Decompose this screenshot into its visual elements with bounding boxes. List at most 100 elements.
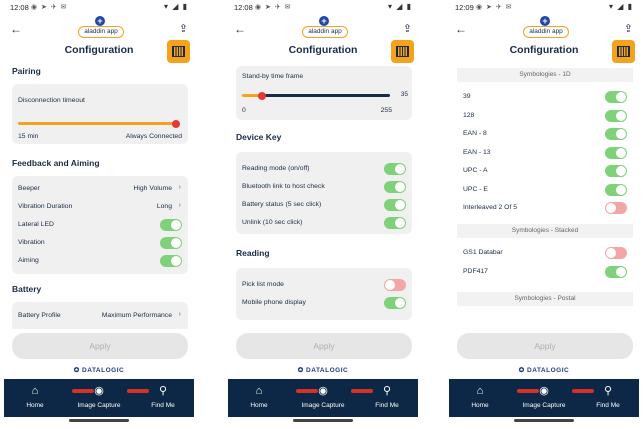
gesture-bar [69, 419, 129, 422]
logo-plus-icon: + [319, 16, 329, 26]
slider-max-label: Always Connected [125, 133, 182, 140]
apply-button[interactable]: Apply [236, 333, 412, 359]
standby-label: Stand-by time frame [242, 73, 304, 80]
lateral-led-toggle[interactable] [160, 219, 182, 231]
beeper-label: Beeper [18, 185, 40, 192]
pick-list-label: Pick list mode [242, 281, 284, 288]
mobile-phone-toggle[interactable] [384, 297, 406, 309]
back-arrow-icon[interactable]: ← [10, 22, 22, 36]
battery-status-toggle[interactable] [384, 199, 406, 211]
battery-profile-label: Battery Profile [18, 312, 61, 319]
config-content[interactable]: Pairing Disconnection timeout 15 min Alw… [4, 62, 194, 329]
symbology-row: UPC - E [463, 183, 627, 197]
symbology-toggle[interactable] [605, 91, 627, 103]
config-screen-pairing: 12:08 ◉ ➤ ✈ ✉ ▾ ◢ ▮ ← + aladdin app ⇪ Co… [4, 0, 194, 429]
system-icons: ▾ ◢ ▮ [608, 2, 633, 11]
symbology-toggle[interactable] [605, 247, 627, 259]
mobile-phone-label: Mobile phone display [242, 299, 306, 306]
location-pin-icon: ⚲ [603, 385, 613, 397]
battery-profile-row[interactable]: Battery Profile Maximum Performance › [18, 309, 182, 323]
config-content[interactable]: Stand-by time frame 35 0 255 Device Key … [228, 62, 418, 329]
header-symbologies-stacked: Symbologies - Stacked [457, 224, 633, 238]
barcode-config-button[interactable] [167, 40, 190, 63]
beeper-row[interactable]: Beeper High Volume › [18, 182, 182, 196]
standby-range: 0 255 [242, 104, 406, 118]
vibration-duration-value: Long [156, 203, 172, 210]
nav-home-label: Home [471, 402, 489, 409]
nav-home[interactable]: ⌂ Home [459, 379, 501, 417]
nav-image-capture[interactable]: ◉ Image Capture [293, 379, 353, 417]
barcode-config-button[interactable] [391, 40, 414, 63]
reading-mode-toggle[interactable] [384, 163, 406, 175]
symbology-toggle[interactable] [605, 165, 627, 177]
vibration-row: Vibration [18, 236, 182, 250]
symbology-row: PDF417 [463, 265, 627, 279]
nav-find-label: Find Me [375, 402, 399, 409]
notification-icons: ◉ ➤ ✈ ✉ [31, 4, 68, 11]
share-icon[interactable]: ⇪ [179, 22, 188, 35]
symbology-row: EAN - 13 [463, 146, 627, 160]
apply-button[interactable]: Apply [457, 333, 633, 359]
symbology-row: 39 [463, 90, 627, 104]
section-feedback: Feedback and Aiming [12, 158, 100, 168]
vibration-duration-row[interactable]: Vibration Duration Long › [18, 200, 182, 214]
standby-row: Stand-by time frame [242, 70, 406, 84]
disconnection-slider[interactable] [18, 122, 176, 125]
symbology-toggle[interactable] [605, 146, 627, 159]
back-arrow-icon[interactable]: ← [234, 22, 246, 36]
datalogic-logo: ✪ DATALOGIC [297, 367, 349, 374]
symbology-label: EAN - 8 [463, 130, 487, 137]
mobile-phone-row: Mobile phone display [242, 296, 406, 310]
unlink-toggle[interactable] [384, 217, 406, 229]
symbology-toggle[interactable] [605, 128, 627, 140]
nav-home[interactable]: ⌂ Home [14, 379, 56, 417]
symbology-toggle[interactable] [605, 265, 627, 278]
symbology-toggle[interactable] [605, 109, 627, 122]
nav-image-capture[interactable]: ◉ Image Capture [514, 379, 574, 417]
aladdin-logo: + aladdin app [78, 16, 124, 38]
pick-list-row: Pick list mode [242, 278, 406, 292]
nav-home[interactable]: ⌂ Home [238, 379, 280, 417]
nav-find-me[interactable]: ⚲ Find Me [587, 379, 629, 417]
apply-button[interactable]: Apply [12, 333, 188, 359]
symbology-row: EAN - 8 [463, 127, 627, 141]
bluetooth-link-toggle[interactable] [384, 181, 406, 193]
status-time: 12:09 [455, 3, 474, 12]
disconnection-slider-thumb[interactable] [172, 119, 180, 128]
section-device-key: Device Key [236, 132, 282, 142]
location-pin-icon: ⚲ [158, 385, 168, 397]
aiming-toggle[interactable] [160, 255, 182, 267]
symbology-label: Interleaved 2 Of 5 [463, 204, 518, 211]
status-bar: 12:08 ◉ ➤ ✈ ✉ ▾ ◢ ▮ [228, 0, 418, 14]
lateral-led-label: Lateral LED [18, 221, 54, 228]
home-icon: ⌂ [31, 385, 39, 397]
symbology-toggle[interactable] [605, 183, 627, 196]
header-symbologies-postal: Symbologies - Postal [457, 292, 633, 306]
pick-list-toggle[interactable] [384, 279, 406, 291]
nav-find-me[interactable]: ⚲ Find Me [142, 379, 184, 417]
share-icon[interactable]: ⇪ [403, 22, 412, 35]
nav-image-capture[interactable]: ◉ Image Capture [69, 379, 129, 417]
slider-min-label: 15 min [18, 133, 39, 140]
standby-slider-track[interactable] [262, 94, 390, 97]
config-content[interactable]: Symbologies - 1D 39 128 EAN - 8 EAN - 13 UPC… [449, 62, 639, 329]
back-arrow-icon[interactable]: ← [455, 22, 467, 36]
config-screen-device-key: 12:08 ◉ ➤ ✈ ✉ ▾ ◢ ▮ ← + aladdin app ⇪ Co… [228, 0, 418, 429]
aiming-row: Aiming [18, 254, 182, 268]
symbologies-stacked-list: GS1 Databar PDF417 [457, 242, 633, 286]
standby-slider-thumb[interactable] [258, 91, 267, 100]
vibration-toggle[interactable] [160, 237, 182, 249]
status-time: 12:08 [234, 3, 253, 12]
share-icon[interactable]: ⇪ [624, 22, 633, 35]
symbology-row: GS1 Databar [463, 246, 627, 260]
symbology-toggle[interactable] [605, 202, 627, 214]
vibration-label: Vibration [18, 239, 45, 246]
standby-value: 35 [400, 91, 408, 98]
barcode-icon [396, 46, 409, 57]
nav-find-me[interactable]: ⚲ Find Me [366, 379, 408, 417]
disconnection-timeout-row: Disconnection timeout [18, 94, 182, 108]
barcode-config-button[interactable] [612, 40, 635, 63]
bluetooth-link-row: Bluetooth link to host check [242, 180, 406, 194]
unlink-row: Unlink (10 sec click) [242, 216, 406, 230]
reading-mode-row: Reading mode (on/off) [242, 162, 406, 176]
